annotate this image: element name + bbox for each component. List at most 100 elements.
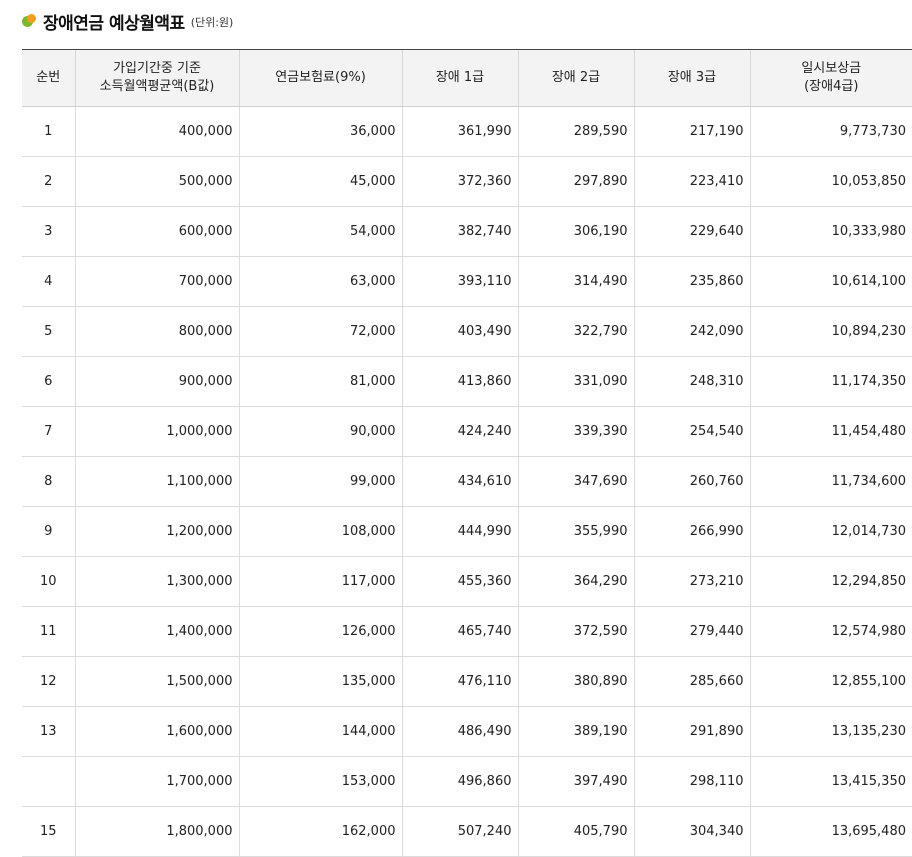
header-base-income: 가입기간중 기준 소득월액평균액(B값): [74, 49, 239, 107]
cell-grade3: 248,310: [633, 356, 750, 407]
table-header-row: 순번 가입기간중 기준 소득월액평균액(B값) 연금보험료(9%) 장애 1급 …: [22, 49, 912, 107]
cell-premium: 90,000: [238, 406, 402, 457]
cell-grade2: 347,690: [517, 456, 634, 507]
cell-grade1: 486,490: [401, 706, 518, 757]
cell-grade3: 242,090: [633, 306, 750, 357]
pension-table: 순번 가입기간중 기준 소득월액평균액(B값) 연금보험료(9%) 장애 1급 …: [22, 49, 912, 857]
cell-seq: 13: [22, 706, 75, 757]
header-base-income-line1: 가입기간중 기준: [113, 61, 201, 76]
unit-label: (단위:원): [190, 16, 234, 29]
cell-base-income: 900,000: [74, 356, 239, 407]
cell-base-income: 600,000: [74, 206, 239, 257]
cell-premium: 117,000: [238, 556, 402, 607]
cell-grade3: 229,640: [633, 206, 750, 257]
cell-premium: 162,000: [238, 806, 402, 857]
header-base-income-line2: 소득월액평균액(B값): [99, 79, 215, 94]
cell-seq: 11: [22, 606, 75, 657]
cell-grade2: 355,990: [517, 506, 634, 557]
cell-grade1: 403,490: [401, 306, 518, 357]
cell-lump-sum: 12,014,730: [749, 506, 912, 557]
table-row: 6 900,000 81,000 413,860 331,090 248,310 11,17…: [22, 356, 912, 407]
cell-lump-sum: 12,574,980: [749, 606, 912, 657]
cell-lump-sum: 9,773,730: [749, 106, 912, 157]
table-row: 1,700,000 153,000 496,860 397,490 298,110 13,…: [22, 756, 912, 807]
cell-base-income: 400,000: [74, 106, 239, 157]
table-row: 8 1,100,000 99,000 434,610 347,690 260,760 11,…: [22, 456, 912, 507]
cell-premium: 54,000: [238, 206, 402, 257]
table-row: 13 1,600,000 144,000 486,490 389,190 291,890 1…: [22, 706, 912, 757]
cell-grade3: 223,410: [633, 156, 750, 207]
cell-lump-sum: 13,135,230: [749, 706, 912, 757]
cell-lump-sum: 12,294,850: [749, 556, 912, 607]
cell-grade3: 273,210: [633, 556, 750, 607]
page-title-row: 장애연금 예상월액표 (단위:원): [22, 9, 234, 34]
cell-base-income: 1,100,000: [74, 456, 239, 507]
cell-grade3: 285,660: [633, 656, 750, 707]
cell-grade1: 382,740: [401, 206, 518, 257]
cell-premium: 45,000: [238, 156, 402, 207]
header-lump-sum-line1: 일시보상금: [801, 61, 862, 76]
header-premium: 연금보험료(9%): [238, 49, 402, 107]
cell-seq: 1: [22, 106, 75, 157]
cell-grade2: 339,390: [517, 406, 634, 457]
cell-seq: 4: [22, 256, 75, 307]
cell-grade2: 314,490: [517, 256, 634, 307]
cell-lump-sum: 12,855,100: [749, 656, 912, 707]
cell-grade1: 393,110: [401, 256, 518, 307]
cell-base-income: 1,600,000: [74, 706, 239, 757]
header-lump-sum: 일시보상금 (장애4급): [749, 49, 912, 107]
cell-grade1: 476,110: [401, 656, 518, 707]
cell-grade2: 405,790: [517, 806, 634, 857]
table-row: 11 1,400,000 126,000 465,740 372,590 279,440 1…: [22, 606, 912, 657]
cell-grade2: 364,290: [517, 556, 634, 607]
cell-base-income: 1,300,000: [74, 556, 239, 607]
cell-grade2: 289,590: [517, 106, 634, 157]
table-row: 2 500,000 45,000 372,360 297,890 223,410 10,05…: [22, 156, 912, 207]
cell-lump-sum: 11,174,350: [749, 356, 912, 407]
cell-lump-sum: 10,894,230: [749, 306, 912, 357]
header-seq: 순번: [22, 49, 75, 107]
table-row: 1 400,000 36,000 361,990 289,590 217,190 9,773…: [22, 106, 912, 157]
cell-grade1: 361,990: [401, 106, 518, 157]
cell-premium: 144,000: [238, 706, 402, 757]
header-grade1: 장애 1급: [401, 49, 518, 107]
table-row: 15 1,800,000 162,000 507,240 405,790 304,340 1…: [22, 806, 912, 857]
header-grade2: 장애 2급: [517, 49, 634, 107]
cell-lump-sum: 11,454,480: [749, 406, 912, 457]
page: 장애연금 예상월액표 (단위:원) 순번 가입기간중 기준 소득월액평균액(B값…: [0, 0, 912, 857]
cell-premium: 153,000: [238, 756, 402, 807]
cell-base-income: 700,000: [74, 256, 239, 307]
cell-base-income: 1,700,000: [74, 756, 239, 807]
cell-grade1: 372,360: [401, 156, 518, 207]
cell-premium: 36,000: [238, 106, 402, 157]
cell-seq: 2: [22, 156, 75, 207]
cell-premium: 72,000: [238, 306, 402, 357]
header-grade3: 장애 3급: [633, 49, 750, 107]
cell-grade3: 254,540: [633, 406, 750, 457]
table-row: 9 1,200,000 108,000 444,990 355,990 266,990 12…: [22, 506, 912, 557]
cell-base-income: 1,800,000: [74, 806, 239, 857]
cell-lump-sum: 10,333,980: [749, 206, 912, 257]
cell-seq: [22, 756, 75, 807]
table-row: 5 800,000 72,000 403,490 322,790 242,090 10,89…: [22, 306, 912, 357]
cell-lump-sum: 10,614,100: [749, 256, 912, 307]
cell-premium: 63,000: [238, 256, 402, 307]
cell-seq: 7: [22, 406, 75, 457]
bullet-orange-dot: [27, 14, 36, 23]
table-row: 3 600,000 54,000 382,740 306,190 229,640 10,33…: [22, 206, 912, 257]
cell-grade1: 496,860: [401, 756, 518, 807]
table-row: 4 700,000 63,000 393,110 314,490 235,860 10,61…: [22, 256, 912, 307]
cell-premium: 135,000: [238, 656, 402, 707]
cell-lump-sum: 13,695,480: [749, 806, 912, 857]
table-row: 10 1,300,000 117,000 455,360 364,290 273,210 1…: [22, 556, 912, 607]
cell-grade2: 380,890: [517, 656, 634, 707]
cell-grade1: 424,240: [401, 406, 518, 457]
page-title: 장애연금 예상월액표: [43, 13, 185, 34]
cell-grade3: 217,190: [633, 106, 750, 157]
cell-grade1: 507,240: [401, 806, 518, 857]
cell-lump-sum: 11,734,600: [749, 456, 912, 507]
cell-seq: 12: [22, 656, 75, 707]
cell-grade3: 298,110: [633, 756, 750, 807]
cell-premium: 99,000: [238, 456, 402, 507]
cell-grade3: 260,760: [633, 456, 750, 507]
